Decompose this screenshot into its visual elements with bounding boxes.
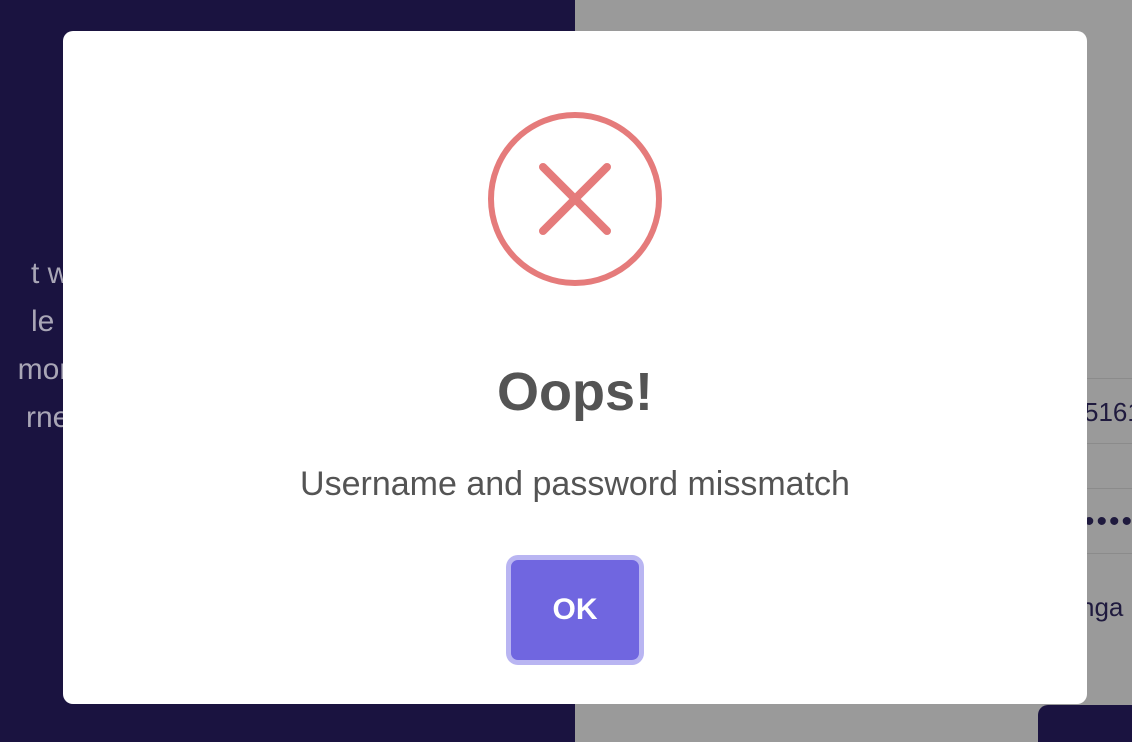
- page: t we le in more rnet. 5161 •••• nga Oops…: [0, 0, 1132, 742]
- dialog-message: Username and password missmatch: [300, 465, 850, 503]
- error-dialog: Oops! Username and password missmatch OK: [63, 31, 1087, 704]
- ok-button[interactable]: OK: [511, 560, 639, 660]
- background-submit-button: [1038, 705, 1132, 742]
- error-x-icon: [488, 112, 662, 286]
- dialog-title: Oops!: [497, 362, 653, 422]
